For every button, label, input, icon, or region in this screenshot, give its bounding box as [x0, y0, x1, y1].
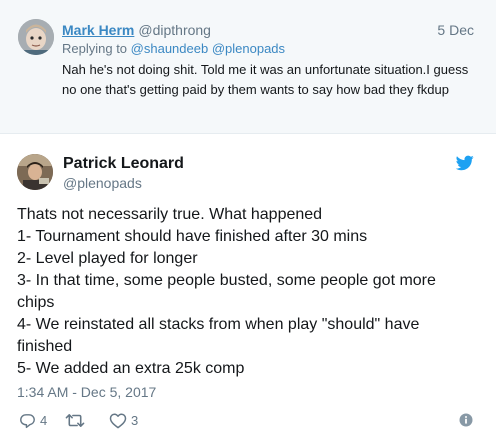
avatar[interactable] — [18, 19, 54, 55]
tweet-text-line: chips — [17, 294, 55, 311]
tweet-text-line: finished — [17, 338, 73, 355]
reply-icon — [19, 412, 36, 429]
tweet-text-line: 5- We added an extra 25k comp — [17, 360, 245, 377]
info-icon[interactable] — [459, 413, 473, 427]
parent-tweet[interactable]: Mark Herm @dipthrong 5 Dec Replying to @s… — [0, 0, 496, 134]
tweet-text: Thats not necessarily true. What happene… — [17, 204, 467, 380]
heart-icon — [109, 412, 127, 429]
retweet-button[interactable] — [65, 410, 89, 430]
tweet-timestamp[interactable]: 1:34 AM - Dec 5, 2017 — [17, 383, 156, 401]
tweet-text-line: 3- In that time, some people busted, som… — [17, 272, 436, 289]
twitter-bird-icon[interactable] — [455, 155, 474, 171]
tweet-text-line: Thats not necessarily true. What happene… — [17, 206, 323, 223]
tweet-text-line: 4- We reinstated all stacks from when pl… — [17, 316, 420, 333]
tweet-author-name[interactable]: Patrick Leonard — [63, 154, 184, 174]
retweet-icon — [65, 412, 85, 429]
replying-to-label: Replying to — [62, 41, 128, 56]
like-button[interactable]: 3 — [109, 410, 138, 430]
reply-author-handle[interactable]: @dipthrong — [138, 22, 211, 38]
mention-link[interactable]: @plenopads — [212, 41, 285, 56]
reply-header: Mark Herm @dipthrong — [62, 21, 211, 39]
mention-link[interactable]: @shaundeeb — [131, 41, 209, 56]
reply-count: 4 — [40, 412, 48, 428]
tweet-text-line: 2- Level played for longer — [17, 250, 198, 267]
avatar[interactable] — [17, 154, 53, 190]
like-count: 3 — [131, 412, 139, 428]
reply-text: Nah he's not doing shit. Told me it was … — [62, 62, 469, 97]
reply-author-name[interactable]: Mark Herm — [62, 22, 134, 38]
tweet-author-handle[interactable]: @plenopads — [63, 174, 142, 192]
replying-to-line: Replying to @shaundeeb @plenopads — [62, 40, 285, 58]
reply-button[interactable]: 4 — [19, 410, 47, 430]
tweet-text-line: 1- Tournament should have finished after… — [17, 228, 368, 245]
reply-date[interactable]: 5 Dec — [437, 21, 474, 39]
